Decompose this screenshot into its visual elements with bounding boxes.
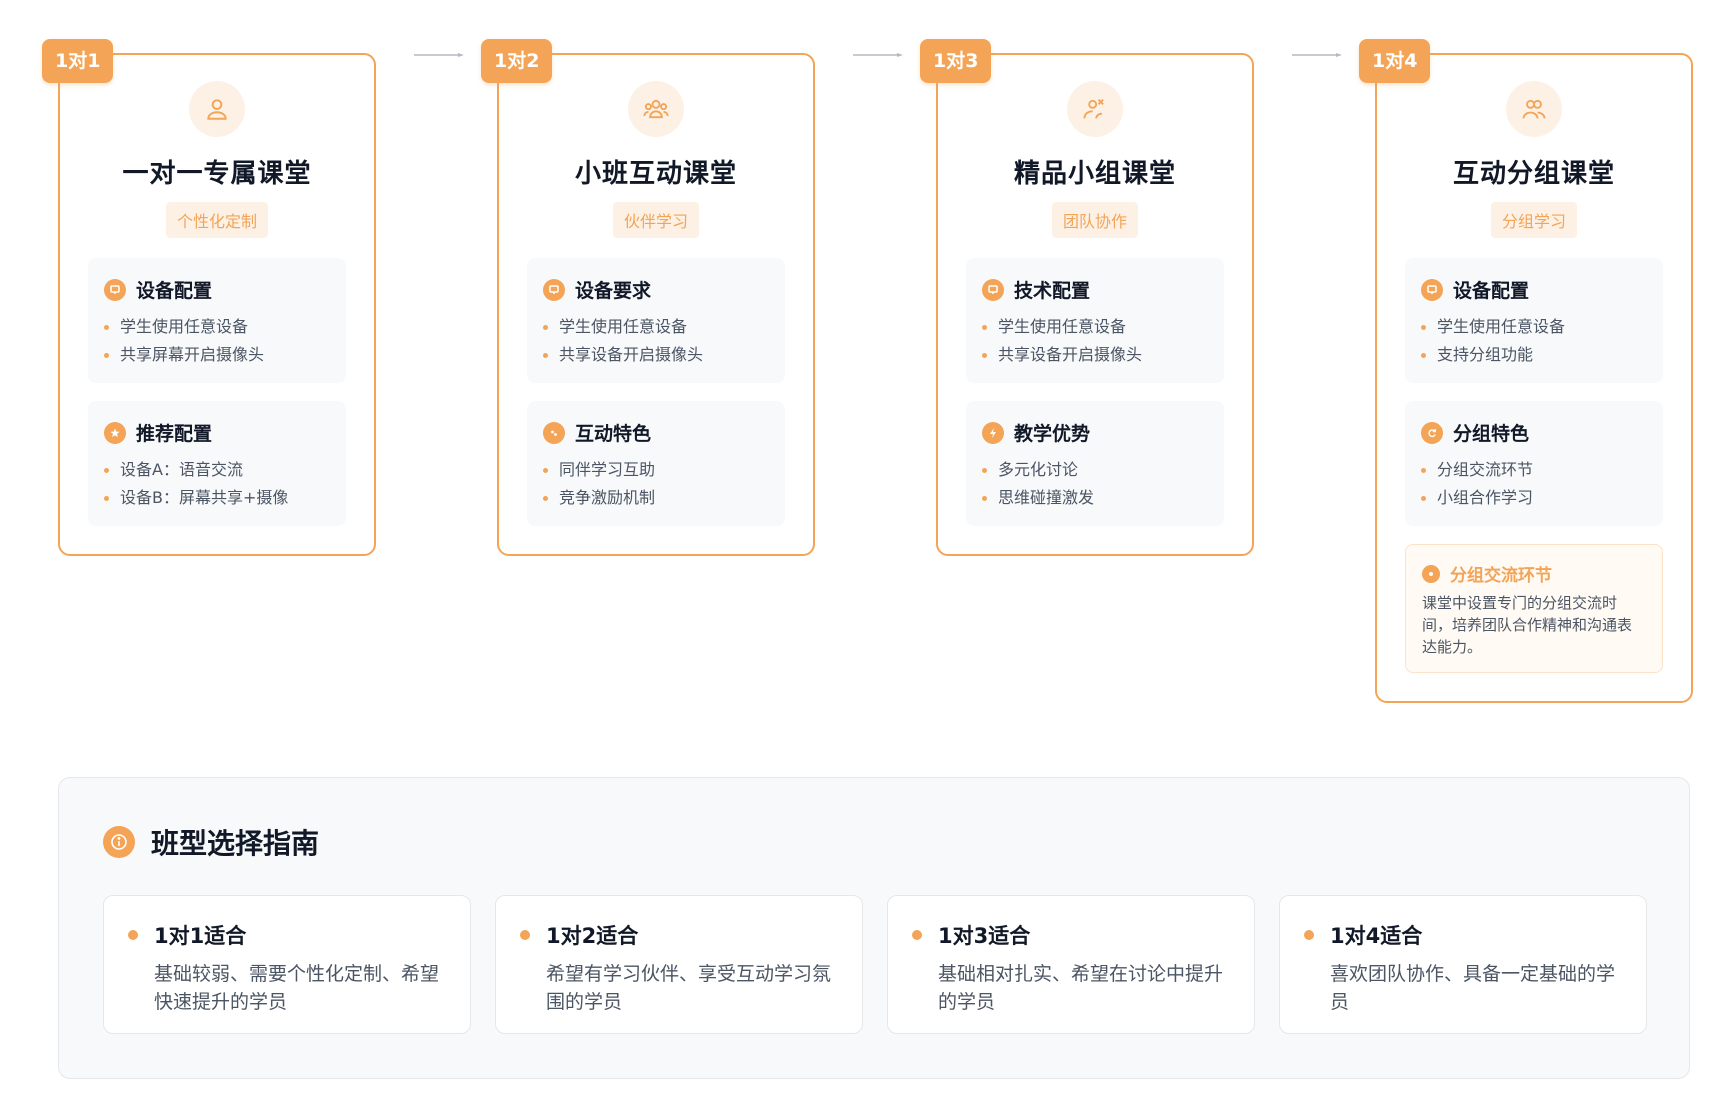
class-badge: 1对1 (42, 39, 114, 83)
monitor-icon (982, 278, 1004, 301)
list-item: 竞争激励机制 (543, 484, 769, 512)
class-badge: 1对3 (920, 39, 992, 83)
team-icon (1067, 81, 1123, 137)
class-badge: 1对2 (481, 39, 553, 83)
section-title: 教学优势 (1014, 423, 1091, 445)
class-card-1v1: 1对1 一对一专属课堂 个性化定制 设备配置 学生使用任意设备 共享屏幕开启摄像… (42, 39, 376, 556)
list-item: 思维碰撞激发 (982, 484, 1208, 512)
list-item: 设备B：屏幕共享+摄像 (104, 484, 330, 512)
chat-icon (543, 421, 565, 444)
card-section: 教学优势 多元化讨论 思维碰撞激发 (966, 401, 1224, 526)
guide-card-title: 1对3适合 (938, 924, 1031, 948)
users-icon (628, 81, 684, 137)
list-item: 学生使用任意设备 (1421, 313, 1647, 341)
list-item: 共享设备开启摄像头 (982, 341, 1208, 369)
section-title: 推荐配置 (136, 423, 213, 445)
class-card-1v2: 1对2 小班互动课堂 伙伴学习 设备要求 学生使用任意设备 共享设备开启摄像头 … (481, 39, 815, 556)
arrow-connector (1292, 53, 1342, 57)
guide-card-title: 1对4适合 (1330, 924, 1423, 948)
list-item: 多元化讨论 (982, 456, 1208, 484)
star-icon (104, 421, 126, 444)
arrow-connector (414, 53, 464, 57)
clock-icon (1422, 564, 1440, 583)
guide-card-desc: 基础相对扎实、希望在讨论中提升的学员 (938, 963, 1224, 1013)
guide-card-desc: 基础较弱、需要个性化定制、希望快速提升的学员 (154, 963, 440, 1013)
guide-card: 1对4适合 喜欢团队协作、具备一定基础的学员 (1279, 895, 1647, 1034)
section-title: 技术配置 (1014, 280, 1091, 302)
section-title: 互动特色 (575, 423, 652, 445)
card-section: 分组特色 分组交流环节 小组合作学习 (1405, 401, 1663, 526)
guide-card-title: 1对1适合 (154, 924, 247, 948)
list-item: 小组合作学习 (1421, 484, 1647, 512)
list-item: 同伴学习互助 (543, 456, 769, 484)
selection-guide: 班型选择指南 1对1适合 基础较弱、需要个性化定制、希望快速提升的学员 1对2适… (58, 777, 1690, 1079)
monitor-icon (1421, 278, 1443, 301)
info-icon (103, 826, 135, 858)
guide-card-desc: 希望有学习伙伴、享受互动学习氛围的学员 (546, 963, 832, 1013)
card-section: 推荐配置 设备A：语音交流 设备B：屏幕共享+摄像 (88, 401, 346, 526)
card-tag: 分组学习 (1490, 202, 1577, 238)
card-section: 互动特色 同伴学习互助 竞争激励机制 (527, 401, 785, 526)
bolt-icon (982, 421, 1004, 444)
arrow-connector (853, 53, 903, 57)
card-section: 设备要求 学生使用任意设备 共享设备开启摄像头 (527, 258, 785, 383)
card-tag: 伙伴学习 (612, 202, 699, 238)
note-text: 课堂中设置专门的分组交流时间，培养团队合作精神和沟通表达能力。 (1422, 594, 1633, 656)
refresh-icon (1421, 421, 1443, 444)
list-item: 分组交流环节 (1421, 456, 1647, 484)
card-section: 技术配置 学生使用任意设备 共享设备开启摄像头 (966, 258, 1224, 383)
group-icon (1506, 81, 1562, 137)
card-title: 互动分组课堂 (1452, 159, 1615, 189)
monitor-icon (543, 278, 565, 301)
section-title: 设备配置 (1453, 280, 1530, 302)
card-tag: 个性化定制 (165, 202, 268, 238)
list-item: 学生使用任意设备 (104, 313, 330, 341)
class-card-1v4: 1对4 互动分组课堂 分组学习 设备配置 学生使用任意设备 支持分组功能 分组特… (1359, 39, 1693, 703)
class-card-1v3: 1对3 精品小组课堂 团队协作 技术配置 学生使用任意设备 共享设备开启摄像头 … (920, 39, 1254, 556)
list-item: 共享屏幕开启摄像头 (104, 341, 330, 369)
section-title: 设备配置 (136, 280, 213, 302)
class-badge: 1对4 (1359, 39, 1431, 83)
note-title: 分组交流环节 (1450, 566, 1552, 586)
card-title: 小班互动课堂 (574, 159, 737, 189)
card-tag: 团队协作 (1051, 202, 1138, 238)
list-item: 设备A：语音交流 (104, 456, 330, 484)
guide-card: 1对2适合 希望有学习伙伴、享受互动学习氛围的学员 (495, 895, 863, 1034)
list-item: 共享设备开启摄像头 (543, 341, 769, 369)
guide-title: 班型选择指南 (151, 827, 320, 860)
guide-card-title: 1对2适合 (546, 924, 639, 948)
monitor-icon (104, 278, 126, 301)
user-icon (189, 81, 245, 137)
guide-card: 1对3适合 基础相对扎实、希望在讨论中提升的学员 (887, 895, 1255, 1034)
list-item: 支持分组功能 (1421, 341, 1647, 369)
card-title: 精品小组课堂 (1013, 159, 1176, 189)
guide-card: 1对1适合 基础较弱、需要个性化定制、希望快速提升的学员 (103, 895, 471, 1034)
card-section: 设备配置 学生使用任意设备 支持分组功能 (1405, 258, 1663, 383)
note-box: 分组交流环节 课堂中设置专门的分组交流时间，培养团队合作精神和沟通表达能力。 (1405, 544, 1663, 673)
card-section: 设备配置 学生使用任意设备 共享屏幕开启摄像头 (88, 258, 346, 383)
list-item: 学生使用任意设备 (543, 313, 769, 341)
list-item: 学生使用任意设备 (982, 313, 1208, 341)
section-title: 分组特色 (1453, 423, 1530, 445)
guide-card-desc: 喜欢团队协作、具备一定基础的学员 (1330, 963, 1616, 1013)
card-title: 一对一专属课堂 (122, 159, 312, 189)
section-title: 设备要求 (575, 280, 652, 302)
